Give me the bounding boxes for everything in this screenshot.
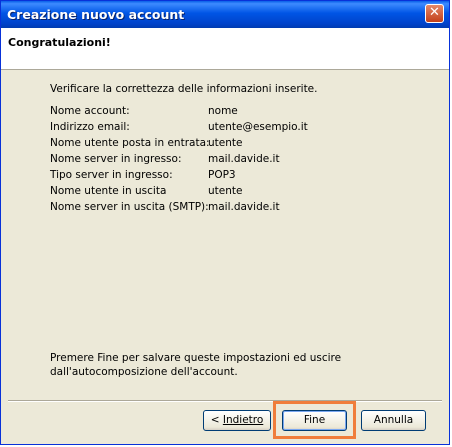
cancel-button[interactable]: Annulla [361, 410, 426, 431]
window-title: Creazione nuovo account [7, 7, 185, 22]
field-value: utente@esempio.it [208, 121, 308, 133]
footer-line: Premere Fine per salvare queste impostaz… [50, 352, 342, 364]
field-label: Indirizzo email: [50, 121, 130, 133]
finish-highlight-frame [273, 401, 356, 439]
page-title: Congratulazioni! [8, 36, 111, 49]
field-row: Nome server in ingresso: mail.davide.it [50, 153, 420, 169]
back-label: Indietro [222, 414, 264, 426]
field-label: Nome utente in uscita [50, 185, 167, 197]
close-icon[interactable]: ✕ [425, 4, 444, 23]
field-label: Nome utente posta in entrata: [50, 137, 210, 149]
divider [8, 400, 442, 402]
field-row: Nome utente in uscita utente [50, 185, 420, 201]
footer-instructions: Premere Fine per salvare queste impostaz… [50, 351, 350, 379]
field-value: mail.davide.it [208, 201, 280, 213]
intro-text: Verificare la correttezza delle informaz… [50, 83, 318, 95]
field-label: Nome server in uscita (SMTP): [50, 201, 209, 213]
back-button[interactable]: < Indietro [203, 410, 271, 431]
field-value: mail.davide.it [208, 153, 280, 165]
field-value: utente [208, 137, 243, 149]
title-bar[interactable]: Creazione nuovo account ✕ [1, 1, 449, 28]
field-value: POP3 [208, 169, 236, 181]
field-label: Tipo server in ingresso: [50, 169, 173, 181]
dialog-window: Creazione nuovo account ✕ Congratulazion… [0, 0, 450, 445]
field-label: Nome account: [50, 105, 130, 117]
wizard-header: Congratulazioni! [1, 28, 449, 70]
field-label: Nome server in ingresso: [50, 153, 182, 165]
field-row: Nome account: nome [50, 105, 420, 121]
field-row: Nome server in uscita (SMTP): mail.david… [50, 201, 420, 217]
field-value: utente [208, 185, 243, 197]
back-prefix: < [210, 414, 223, 426]
field-value: nome [208, 105, 238, 117]
field-row: Tipo server in ingresso: POP3 [50, 169, 420, 185]
summary-panel: Verificare la correttezza delle informaz… [50, 83, 420, 217]
field-row: Indirizzo email: utente@esempio.it [50, 121, 420, 137]
footer-line: dall'autocomposizione dell'account. [50, 366, 238, 378]
field-row: Nome utente posta in entrata: utente [50, 137, 420, 153]
